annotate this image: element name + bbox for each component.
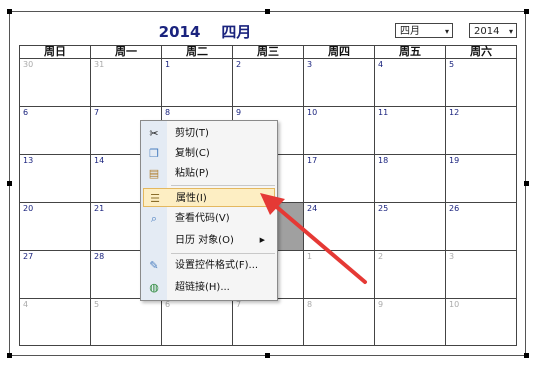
day-cell[interactable]: 6 [161,298,233,346]
resize-handle-bottom-center[interactable] [265,353,270,358]
day-cell[interactable]: 4 [19,298,91,346]
hyperlink-icon: ◍ [149,281,159,294]
menu-item-view-code[interactable]: ⌕ 查看代码(V) [143,209,275,228]
day-cell[interactable]: 1 [303,250,375,299]
day-cell[interactable]: 6 [19,106,91,155]
day-cell[interactable]: 24 [303,202,375,251]
year-select-value: 2014 [474,26,500,37]
day-cell[interactable]: 9 [374,298,446,346]
weekday-header: 周三 [232,45,304,59]
day-cell[interactable]: 27 [19,250,91,299]
resize-handle-bottom-left[interactable] [7,353,12,358]
resize-handle-top-center[interactable] [265,9,270,14]
day-cell[interactable]: 7 [232,298,304,346]
day-cell[interactable]: 18 [374,154,446,203]
day-cell[interactable]: 17 [303,154,375,203]
weekday-header: 周日 [19,45,91,59]
month-label: 四月 [221,23,252,41]
month-select[interactable]: 四月 ▾ [395,23,453,38]
menu-separator [171,185,275,186]
day-cell[interactable]: 19 [445,154,517,203]
view-code-icon: ⌕ [150,212,158,225]
weekday-header: 周一 [90,45,162,59]
month-select-value: 四月 [400,26,420,37]
format-control-icon: ✎ [149,259,159,272]
menu-item-hyperlink[interactable]: ◍ 超链接(H)... [143,278,275,297]
day-cell[interactable]: 10 [303,106,375,155]
day-cell[interactable]: 3 [303,58,375,107]
day-cell[interactable]: 31 [90,58,162,107]
day-cell[interactable]: 30 [19,58,91,107]
chevron-down-icon: ▾ [444,27,449,36]
resize-handle-bottom-right[interactable] [524,353,529,358]
submenu-arrow-icon: ▶ [259,236,265,244]
menu-separator [171,253,275,254]
menu-item-cut[interactable]: ✂ 剪切(T) [143,124,275,143]
day-cell[interactable]: 25 [374,202,446,251]
properties-icon: ☰ [150,192,160,205]
resize-handle-top-left[interactable] [7,9,12,14]
day-cell[interactable]: 4 [374,58,446,107]
weekday-header: 周六 [445,45,517,59]
resize-handle-middle-left[interactable] [7,181,12,186]
calendar-title: 2014 四月 [150,21,260,42]
day-cell[interactable]: 20 [19,202,91,251]
copy-icon: ❐ [149,147,159,160]
year-label: 2014 [158,23,201,41]
menu-item-copy[interactable]: ❐ 复制(C) [143,144,275,163]
menu-item-properties[interactable]: ☰ 属性(I) [143,188,275,207]
context-menu: ✂ 剪切(T) ❐ 复制(C) ▤ 粘贴(P) ☰ 属性(I) ⌕ 查看代码(V… [140,120,278,301]
chevron-down-icon: ▾ [508,27,513,36]
menu-item-paste[interactable]: ▤ 粘贴(P) [143,164,275,183]
menu-item-calendar-object[interactable]: 日历 对象(O) ▶ [143,231,275,250]
day-cell[interactable]: 3 [445,250,517,299]
weekday-header: 周四 [303,45,375,59]
day-cell[interactable]: 11 [374,106,446,155]
scissors-icon: ✂ [149,127,159,140]
day-cell[interactable]: 12 [445,106,517,155]
day-cell[interactable]: 5 [90,298,162,346]
day-cell[interactable]: 10 [445,298,517,346]
resize-handle-top-right[interactable] [524,9,529,14]
day-cell[interactable]: 13 [19,154,91,203]
day-cell[interactable]: 5 [445,58,517,107]
day-cell[interactable]: 26 [445,202,517,251]
paste-icon: ▤ [148,167,160,180]
menu-item-format-control[interactable]: ✎ 设置控件格式(F)... [143,256,275,275]
day-cell[interactable]: 8 [303,298,375,346]
day-cell[interactable]: 2 [232,58,304,107]
resize-handle-middle-right[interactable] [524,181,529,186]
weekday-header: 周二 [161,45,233,59]
weekday-header: 周五 [374,45,446,59]
day-cell[interactable]: 2 [374,250,446,299]
day-cell[interactable]: 1 [161,58,233,107]
year-select[interactable]: 2014 ▾ [469,23,517,38]
